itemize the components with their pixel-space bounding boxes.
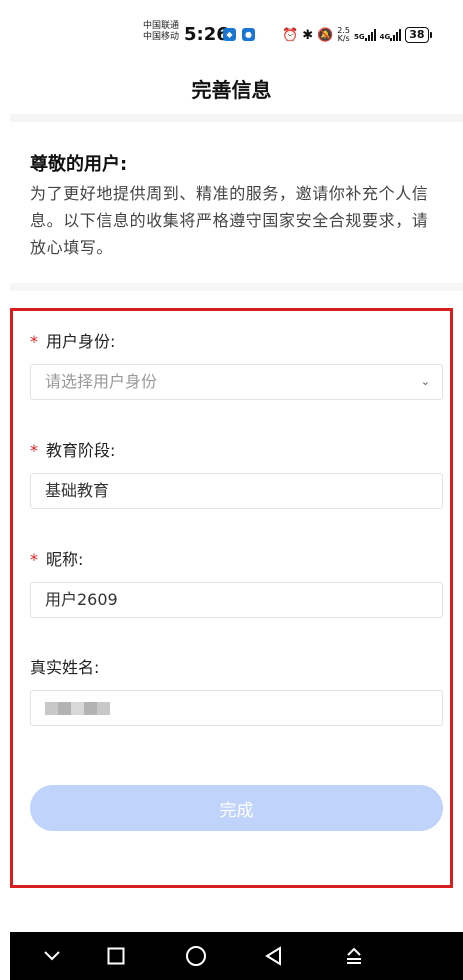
net-speed: 2.5 K/s [337,26,351,43]
education-field[interactable]: 基础教育 [30,473,443,509]
intro-text: 为了更好地提供周到、精准的服务，邀请你补充个人信息。以下信息的收集将严格遵守国家… [30,184,429,257]
system-nav-bar [10,932,463,980]
square-icon[interactable] [96,932,136,980]
identity-select[interactable]: 请选择用户身份 ⌄ [30,364,443,400]
mute-icon: 🔕 [317,27,334,43]
blurred-name-value [45,702,110,715]
identity-placeholder: 请选择用户身份 [45,372,158,391]
complete-button[interactable]: 完成 [30,785,443,831]
app-notification-icon: ◆ [223,28,236,41]
section-divider [10,114,463,122]
app-notification-icon: ● [242,28,255,41]
required-mark: * [30,550,38,569]
education-label: * 教育阶段: [30,441,116,460]
real-name-label: 真实姓名: [30,658,100,677]
status-icons: ⏰ ✱ 🔕 2.5 K/s 5G 4G 38 [282,25,432,45]
carrier-1: 中国联通 [143,21,180,31]
chevron-down-icon: ⌄ [420,375,430,388]
circle-icon[interactable] [176,932,216,980]
required-mark: * [30,332,38,351]
page-title: 完善信息 [191,78,272,102]
carrier-2: 中国移动 [143,32,180,42]
battery-icon: 38 [405,27,432,43]
nickname-value: 用户2609 [45,590,118,609]
status-bar: 中国联通 中国移动 5:26 ◆ ● ⏰ ✱ 🔕 2.5 K/s 5G 4G 3… [0,0,463,64]
signal-5g-icon: 5G [354,29,376,41]
carrier-names: 中国联通 中国移动 [143,21,179,43]
bluetooth-icon: ✱ [302,27,314,43]
signal-4g-icon: 4G [380,29,402,41]
section-divider [10,283,463,291]
education-value: 基础教育 [45,481,110,500]
triangle-back-icon[interactable] [254,932,294,980]
required-mark: * [30,441,38,460]
intro-title: 尊敬的用户: [30,154,128,175]
alarm-icon: ⏰ [282,27,299,43]
chevron-down-icon[interactable] [32,932,72,980]
nickname-label: * 昵称: [30,550,84,569]
identity-label: * 用户身份: [30,332,116,351]
nickname-field[interactable]: 用户2609 [30,582,443,618]
real-name-field[interactable] [30,690,443,726]
keyboard-hide-icon[interactable] [334,932,374,980]
